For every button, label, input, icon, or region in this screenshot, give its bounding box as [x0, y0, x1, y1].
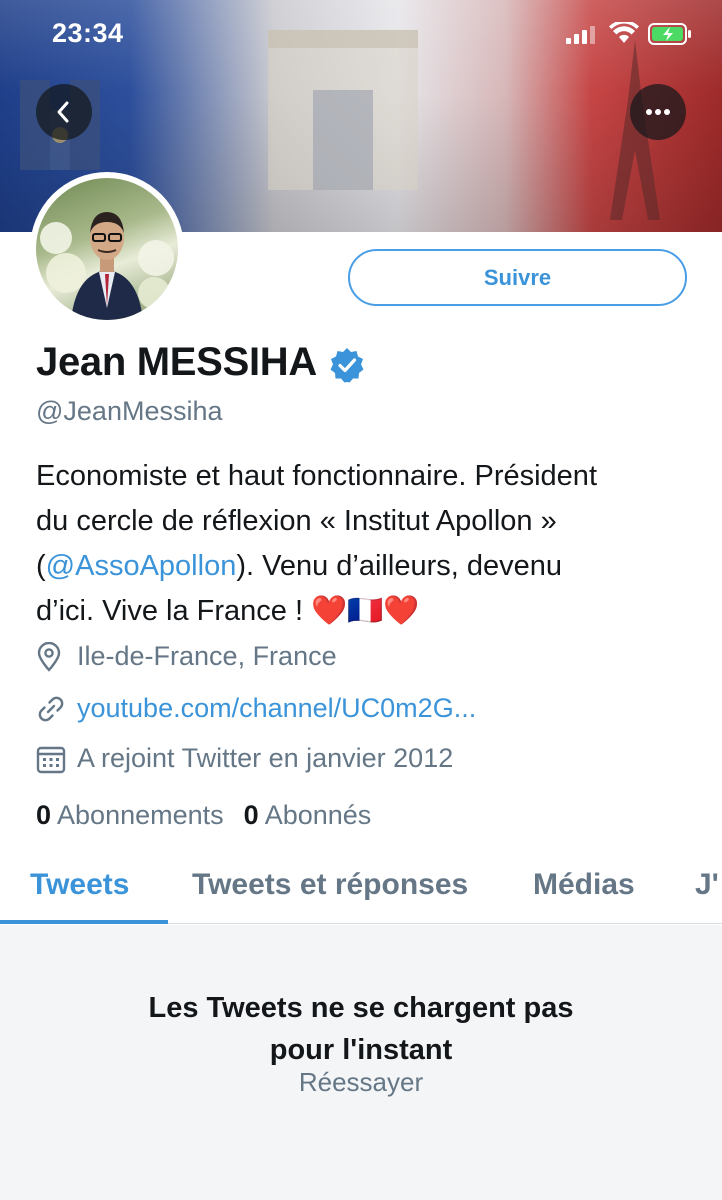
tab-media[interactable]: Médias — [533, 868, 635, 902]
wifi-icon — [609, 22, 639, 43]
more-horizontal-icon — [646, 109, 670, 115]
avatar-portrait — [40, 212, 174, 320]
calendar-icon — [36, 744, 68, 774]
profile-avatar[interactable] — [30, 172, 184, 326]
verified-badge-icon — [330, 347, 364, 382]
bio-mention-link[interactable]: @AssoApollon — [46, 550, 237, 582]
status-bar: 23:34 — [0, 0, 722, 64]
profile-website[interactable]: youtube.com/channel/UC0m2G... — [36, 693, 476, 724]
profile-bio: Economiste et haut fonctionnaire. Présid… — [36, 454, 696, 634]
heart-emoji: ❤️ — [383, 595, 420, 627]
active-tab-indicator — [0, 920, 168, 924]
bio-text: ( — [36, 550, 46, 582]
error-line: Les Tweets ne se chargent pas — [148, 992, 574, 1024]
signal-icon — [566, 26, 595, 44]
follow-button[interactable]: Suivre — [348, 249, 687, 306]
heart-emoji: ❤️ — [311, 595, 348, 627]
profile-name-row: Jean MESSIHA — [36, 340, 365, 385]
status-time: 23:34 — [52, 18, 124, 48]
avatar-photo — [36, 178, 178, 320]
retry-button[interactable]: Réessayer — [0, 1067, 722, 1098]
error-line: pour l'instant — [269, 1034, 453, 1066]
back-button[interactable] — [36, 84, 92, 140]
followers-count: 0 — [243, 800, 259, 830]
profile-joined-date: A rejoint Twitter en janvier 2012 — [36, 743, 453, 774]
bio-text: ). Venu d’ailleurs, devenu — [236, 550, 562, 582]
bio-line: du cercle de réflexion « Institut Apollo… — [36, 505, 557, 537]
battery-charging-icon — [648, 23, 691, 45]
tab-likes[interactable]: J' — [695, 868, 719, 902]
following-count: 0 — [36, 800, 52, 830]
bio-line: (@AssoApollon). Venu d’ailleurs, devenu — [36, 544, 696, 589]
tab-tweets[interactable]: Tweets — [30, 868, 129, 902]
timeline-error-panel: Les Tweets ne se chargent pas pour l'ins… — [0, 925, 722, 1200]
bio-line: d’ici. Vive la France ! ❤️🇫🇷❤️ — [36, 589, 696, 634]
website-link[interactable]: youtube.com/channel/UC0m2G... — [77, 693, 476, 724]
profile-handle: @JeanMessiha — [36, 396, 223, 426]
following-label: Abonnements — [57, 800, 224, 830]
profile-tabs: Tweets Tweets et réponses Médias J' — [0, 846, 722, 924]
profile-name: Jean MESSIHA — [36, 340, 317, 384]
followers-link[interactable]: 0 Abonnés — [244, 800, 372, 831]
profile-location: Ile-de-France, France — [36, 641, 337, 672]
location-pin-icon — [36, 641, 68, 672]
followers-label: Abonnés — [264, 800, 372, 830]
link-icon — [36, 694, 68, 724]
following-link[interactable]: 0 Abonnements — [36, 800, 224, 831]
tab-tweets-replies[interactable]: Tweets et réponses — [192, 868, 468, 902]
joined-text: A rejoint Twitter en janvier 2012 — [77, 743, 454, 773]
more-options-button[interactable] — [630, 84, 686, 140]
location-text: Ile-de-France, France — [77, 641, 337, 671]
bio-line: Economiste et haut fonctionnaire. Présid… — [36, 460, 597, 492]
bio-text: d’ici. Vive la France ! — [36, 595, 312, 627]
chevron-left-icon — [57, 101, 69, 123]
france-flag-emoji: 🇫🇷 — [347, 595, 384, 627]
timeline-error-message: Les Tweets ne se chargent pas pour l'ins… — [0, 987, 722, 1071]
follow-counts: 0 Abonnements 0 Abonnés — [36, 800, 391, 831]
